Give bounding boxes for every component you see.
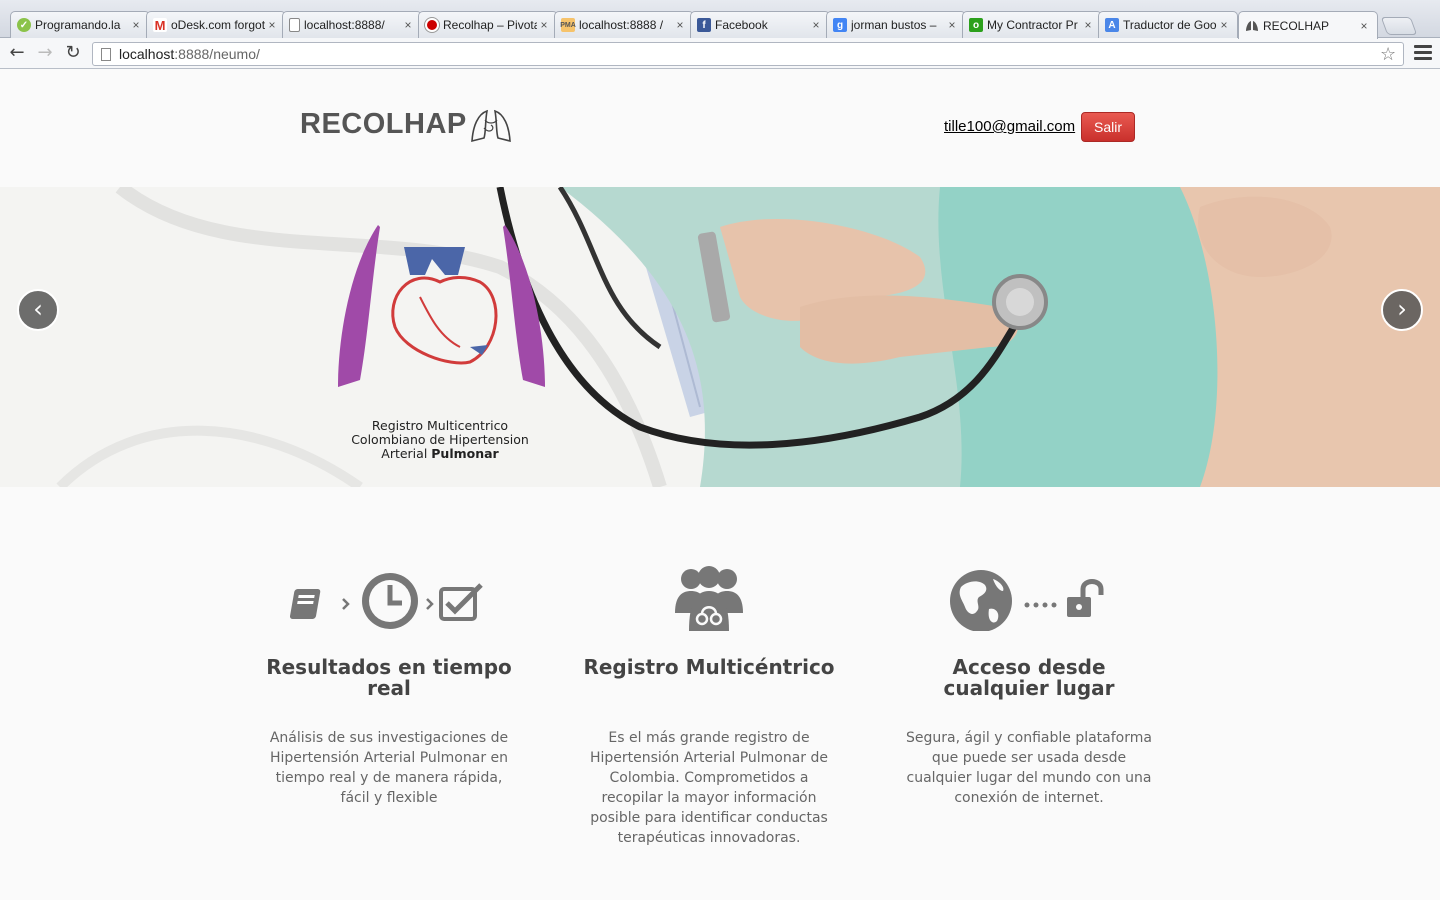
- gmail-favicon-icon: M: [153, 17, 167, 33]
- browser-tab[interactable]: Recolhap – Pivotal ×: [418, 11, 558, 38]
- browser-tab[interactable]: g jorman bustos – ×: [826, 11, 966, 38]
- tab-title: oDesk.com forgot: [171, 18, 265, 32]
- close-tab-icon[interactable]: ×: [1357, 19, 1371, 33]
- url-path: :8888/neumo/: [174, 46, 260, 62]
- close-tab-icon[interactable]: ×: [1217, 18, 1231, 32]
- translate-favicon-icon: A: [1105, 18, 1119, 32]
- feature-title: Registro Multicéntrico: [583, 655, 835, 679]
- close-tab-icon[interactable]: ×: [1081, 18, 1095, 32]
- logout-button[interactable]: Salir: [1081, 112, 1135, 142]
- doctor-patient-photo: [0, 187, 1440, 487]
- brand-title[interactable]: RECOLHAP: [300, 108, 467, 141]
- close-tab-icon[interactable]: ×: [265, 18, 279, 32]
- caption-line: Arterial Pulmonar: [340, 447, 540, 461]
- caption-text: Arterial: [381, 446, 432, 461]
- close-tab-icon[interactable]: ×: [537, 18, 551, 32]
- close-tab-icon[interactable]: ×: [401, 18, 415, 32]
- feature-title: Acceso desde cualquier lugar: [943, 655, 1115, 700]
- unlock-icon: [1067, 579, 1104, 617]
- tab-title: Recolhap – Pivotal: [443, 18, 537, 32]
- caption-emphasis: Pulmonar: [431, 446, 499, 461]
- browser-tab-strip: ✓ Programando.la × M oDesk.com forgot × …: [0, 0, 1440, 39]
- doctors-group-icon: [675, 566, 743, 631]
- user-email-link[interactable]: tille100@gmail.com: [944, 118, 1075, 135]
- features-section: Resultados en tiempo real Análisis de su…: [0, 487, 1440, 900]
- close-tab-icon[interactable]: ×: [945, 18, 959, 32]
- checkbox-icon: [439, 583, 483, 621]
- tab-title: localhost:8888 /: [579, 18, 664, 32]
- tab-title: Traductor de Goo: [1123, 18, 1217, 32]
- chevron-right-icon: [342, 598, 350, 610]
- feature-description: Es el más grande registro de Hipertensió…: [589, 730, 829, 846]
- programando-favicon-icon: ✓: [17, 18, 31, 32]
- browser-tab[interactable]: A Traductor de Goo ×: [1098, 11, 1238, 38]
- caption-line: Colombiano de Hipertension: [351, 432, 529, 447]
- browser-tab[interactable]: o My Contractor Pr ×: [962, 11, 1102, 38]
- phpmyadmin-favicon-icon: PMA: [560, 18, 576, 32]
- google-favicon-icon: g: [833, 18, 847, 32]
- hero-carousel: Registro Multicentrico Colombiano de Hip…: [0, 187, 1440, 487]
- carousel-caption: Registro Multicentrico Colombiano de Hip…: [340, 419, 540, 461]
- carousel-prev-button[interactable]: ‹: [17, 289, 59, 331]
- caption-line: Registro Multicentrico: [371, 418, 509, 433]
- reload-button[interactable]: ↻: [62, 42, 84, 64]
- page-icon: [101, 48, 111, 61]
- feature-title: Resultados en tiempo real: [266, 655, 512, 700]
- browser-tab[interactable]: ✓ Programando.la ×: [10, 11, 150, 38]
- page-favicon-icon: [289, 18, 300, 32]
- tab-title: Programando.la: [35, 18, 121, 32]
- chrome-menu-icon[interactable]: [1414, 45, 1432, 63]
- close-tab-icon[interactable]: ×: [673, 18, 687, 32]
- site-header: RECOLHAP tille100@gmail.com Salir: [0, 70, 1440, 187]
- browser-tab[interactable]: f Facebook ×: [690, 11, 830, 38]
- lungs-logo-icon: [471, 109, 511, 143]
- address-bar[interactable]: localhost:8888/neumo/: [92, 42, 1404, 66]
- forward-button[interactable]: →: [34, 42, 56, 64]
- tab-title: jorman bustos –: [851, 18, 937, 32]
- tab-title: Facebook: [715, 18, 768, 32]
- feature-description: Segura, ágil y confiable plataforma que …: [906, 730, 1152, 806]
- back-button[interactable]: ←: [6, 42, 28, 64]
- access-icons: [950, 570, 1104, 631]
- url-host: localhost: [119, 46, 175, 62]
- browser-toolbar: ← → ↻ localhost:8888/neumo/: [0, 38, 1440, 69]
- realtime-icons: [289, 573, 483, 629]
- odesk-favicon-icon: o: [969, 18, 983, 32]
- book-icon: [289, 589, 321, 619]
- clock-icon: [362, 573, 418, 629]
- feature-description: Análisis de sus investigaciones de Hiper…: [269, 730, 509, 806]
- lungs-favicon-icon: [1245, 19, 1259, 33]
- facebook-favicon-icon: f: [697, 18, 711, 32]
- close-tab-icon[interactable]: ×: [809, 18, 823, 32]
- tab-title: RECOLHAP: [1263, 18, 1330, 33]
- browser-tab[interactable]: localhost:8888/ ×: [282, 11, 422, 38]
- bookmark-star-icon[interactable]: ☆: [1380, 44, 1396, 65]
- browser-tab-active[interactable]: RECOLHAP ×: [1238, 11, 1378, 39]
- tab-title: localhost:8888/: [304, 18, 385, 32]
- globe-icon: [950, 570, 1012, 631]
- dots-icon: [1024, 602, 1057, 608]
- tab-title: My Contractor Pr: [987, 18, 1078, 32]
- browser-tab[interactable]: PMA localhost:8888 / ×: [554, 11, 694, 38]
- new-tab-button[interactable]: [1380, 17, 1418, 35]
- chevron-right-icon: [426, 598, 434, 610]
- carousel-next-button[interactable]: ›: [1381, 289, 1423, 331]
- page-content: RECOLHAP tille100@gmail.com Salir Regist…: [0, 70, 1440, 900]
- close-tab-icon[interactable]: ×: [129, 18, 143, 32]
- browser-tab[interactable]: M oDesk.com forgot ×: [146, 11, 286, 38]
- pivotal-favicon-icon: [425, 18, 439, 32]
